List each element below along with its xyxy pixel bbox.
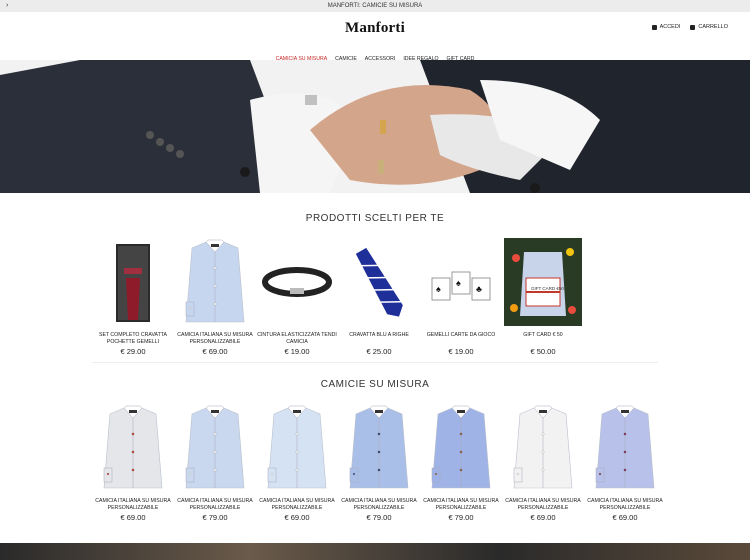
product-price: € 79.00 — [448, 513, 474, 522]
svg-text:♠: ♠ — [436, 284, 441, 294]
login-link[interactable]: ACCEDI — [651, 24, 681, 30]
product-card[interactable]: CAMICIA ITALIANA SU MISURA PERSONALIZZAB… — [338, 404, 420, 522]
product-price: € 69.00 — [284, 513, 310, 522]
shirts-grid: CAMICIA ITALIANA SU MISURA PERSONALIZZAB… — [92, 404, 672, 522]
section-divider — [92, 362, 658, 363]
product-card[interactable]: CAMICIA ITALIANA SU MISURA PERSONALIZZAB… — [174, 404, 256, 522]
bottom-banner — [0, 543, 750, 560]
product-image[interactable] — [178, 238, 252, 326]
recommended-products-grid: SET COMPLETO CRAVATTA POCHETTE GEMELLI € … — [92, 238, 672, 356]
product-card[interactable]: CAMICIA ITALIANA SU MISURA PERSONALIZZAB… — [502, 404, 584, 522]
product-price: € 19.00 — [448, 347, 474, 356]
product-price: € 69.00 — [530, 513, 556, 522]
site-header: Manforti ACCEDI CARRELLO CAMICIA SU MISU… — [0, 12, 750, 62]
product-image[interactable] — [588, 404, 662, 492]
product-card[interactable]: CAMICIA ITALIANA SU MISURA PERSONALIZZAB… — [256, 404, 338, 522]
product-image[interactable] — [260, 238, 334, 326]
product-card[interactable]: ♠ ♠ ♣ GEMELLI CARTE DA GIOCO € 19.00 — [420, 238, 502, 356]
product-name[interactable]: CINTURA ELASTICIZZATA TENDI CAMICIA — [256, 332, 338, 346]
product-card[interactable]: CAMICIA ITALIANA SU MISURA PERSONALIZZAB… — [174, 238, 256, 356]
site-logo[interactable]: Manforti — [0, 20, 750, 37]
product-name[interactable]: CAMICIA ITALIANA SU MISURA PERSONALIZZAB… — [338, 498, 420, 512]
product-card[interactable]: CINTURA ELASTICIZZATA TENDI CAMICIA € 19.… — [256, 238, 338, 356]
product-price: € 69.00 — [202, 347, 228, 356]
user-icon — [651, 24, 657, 30]
cart-icon — [690, 24, 696, 30]
product-name[interactable]: GIFT CARD € 50 — [502, 332, 584, 346]
product-image[interactable]: ♠ ♠ ♣ — [424, 238, 498, 326]
product-name[interactable]: CAMICIA ITALIANA SU MISURA PERSONALIZZAB… — [256, 498, 338, 512]
hero-image — [0, 60, 750, 193]
product-price: € 79.00 — [366, 513, 392, 522]
product-price: € 25.00 — [366, 347, 392, 356]
product-card[interactable]: CRAVATTA BLU A RIGHE € 25.00 — [338, 238, 420, 356]
product-image[interactable] — [178, 404, 252, 492]
header-links: ACCEDI CARRELLO — [651, 24, 728, 30]
hero-banner — [0, 60, 750, 193]
product-name[interactable]: CAMICIA ITALIANA SU MISURA PERSONALIZZAB… — [502, 498, 584, 512]
svg-text:♣: ♣ — [476, 284, 482, 294]
cart-link[interactable]: CARRELLO — [690, 24, 728, 30]
product-image[interactable] — [260, 404, 334, 492]
product-name[interactable]: CAMICIA ITALIANA SU MISURA PERSONALIZZAB… — [584, 498, 666, 512]
product-name[interactable]: CAMICIA ITALIANA SU MISURA PERSONALIZZAB… — [420, 498, 502, 512]
product-image[interactable] — [342, 404, 416, 492]
product-image[interactable] — [342, 238, 416, 326]
product-name[interactable]: CAMICIA ITALIANA SU MISURA PERSONALIZZAB… — [174, 498, 256, 512]
product-price: € 69.00 — [612, 513, 638, 522]
product-card[interactable]: GIFT CARD €50 GIFT CARD € 50 € 50.00 — [502, 238, 584, 356]
section-title-recommended: PRODOTTI SCELTI PER TE — [305, 213, 445, 224]
product-name[interactable]: GEMELLI CARTE DA GIOCO — [420, 332, 502, 346]
product-price: € 19.00 — [284, 347, 310, 356]
product-name[interactable]: CAMICIA ITALIANA SU MISURA PERSONALIZZAB… — [92, 498, 174, 512]
announcement-arrow-icon[interactable]: › — [6, 0, 8, 12]
svg-text:♠: ♠ — [456, 278, 461, 288]
announcement-text: MANFORTI: CAMICIE SU MISURA — [327, 3, 423, 9]
section-title-shirts: CAMICIE SU MISURA — [320, 379, 430, 390]
product-price: € 29.00 — [120, 347, 146, 356]
cart-label: CARRELLO — [698, 24, 728, 30]
product-image[interactable] — [96, 404, 170, 492]
product-price: € 79.00 — [202, 513, 228, 522]
product-image[interactable] — [96, 238, 170, 326]
login-label: ACCEDI — [659, 24, 681, 30]
product-card[interactable]: CAMICIA ITALIANA SU MISURA PERSONALIZZAB… — [92, 404, 174, 522]
product-name[interactable]: CRAVATTA BLU A RIGHE — [338, 332, 420, 346]
product-card[interactable]: SET COMPLETO CRAVATTA POCHETTE GEMELLI € … — [92, 238, 174, 356]
product-image[interactable]: GIFT CARD €50 — [504, 238, 582, 326]
gift-card-label: GIFT CARD €50 — [531, 286, 564, 291]
product-image[interactable] — [506, 404, 580, 492]
product-image[interactable] — [424, 404, 498, 492]
product-card[interactable]: CAMICIA ITALIANA SU MISURA PERSONALIZZAB… — [420, 404, 502, 522]
product-card[interactable]: CAMICIA ITALIANA SU MISURA PERSONALIZZAB… — [584, 404, 666, 522]
product-price: € 69.00 — [120, 513, 146, 522]
product-name[interactable]: CAMICIA ITALIANA SU MISURA PERSONALIZZAB… — [174, 332, 256, 346]
announcement-bar: › MANFORTI: CAMICIE SU MISURA — [0, 0, 750, 12]
product-name[interactable]: SET COMPLETO CRAVATTA POCHETTE GEMELLI — [92, 332, 174, 346]
product-price: € 50.00 — [530, 347, 556, 356]
